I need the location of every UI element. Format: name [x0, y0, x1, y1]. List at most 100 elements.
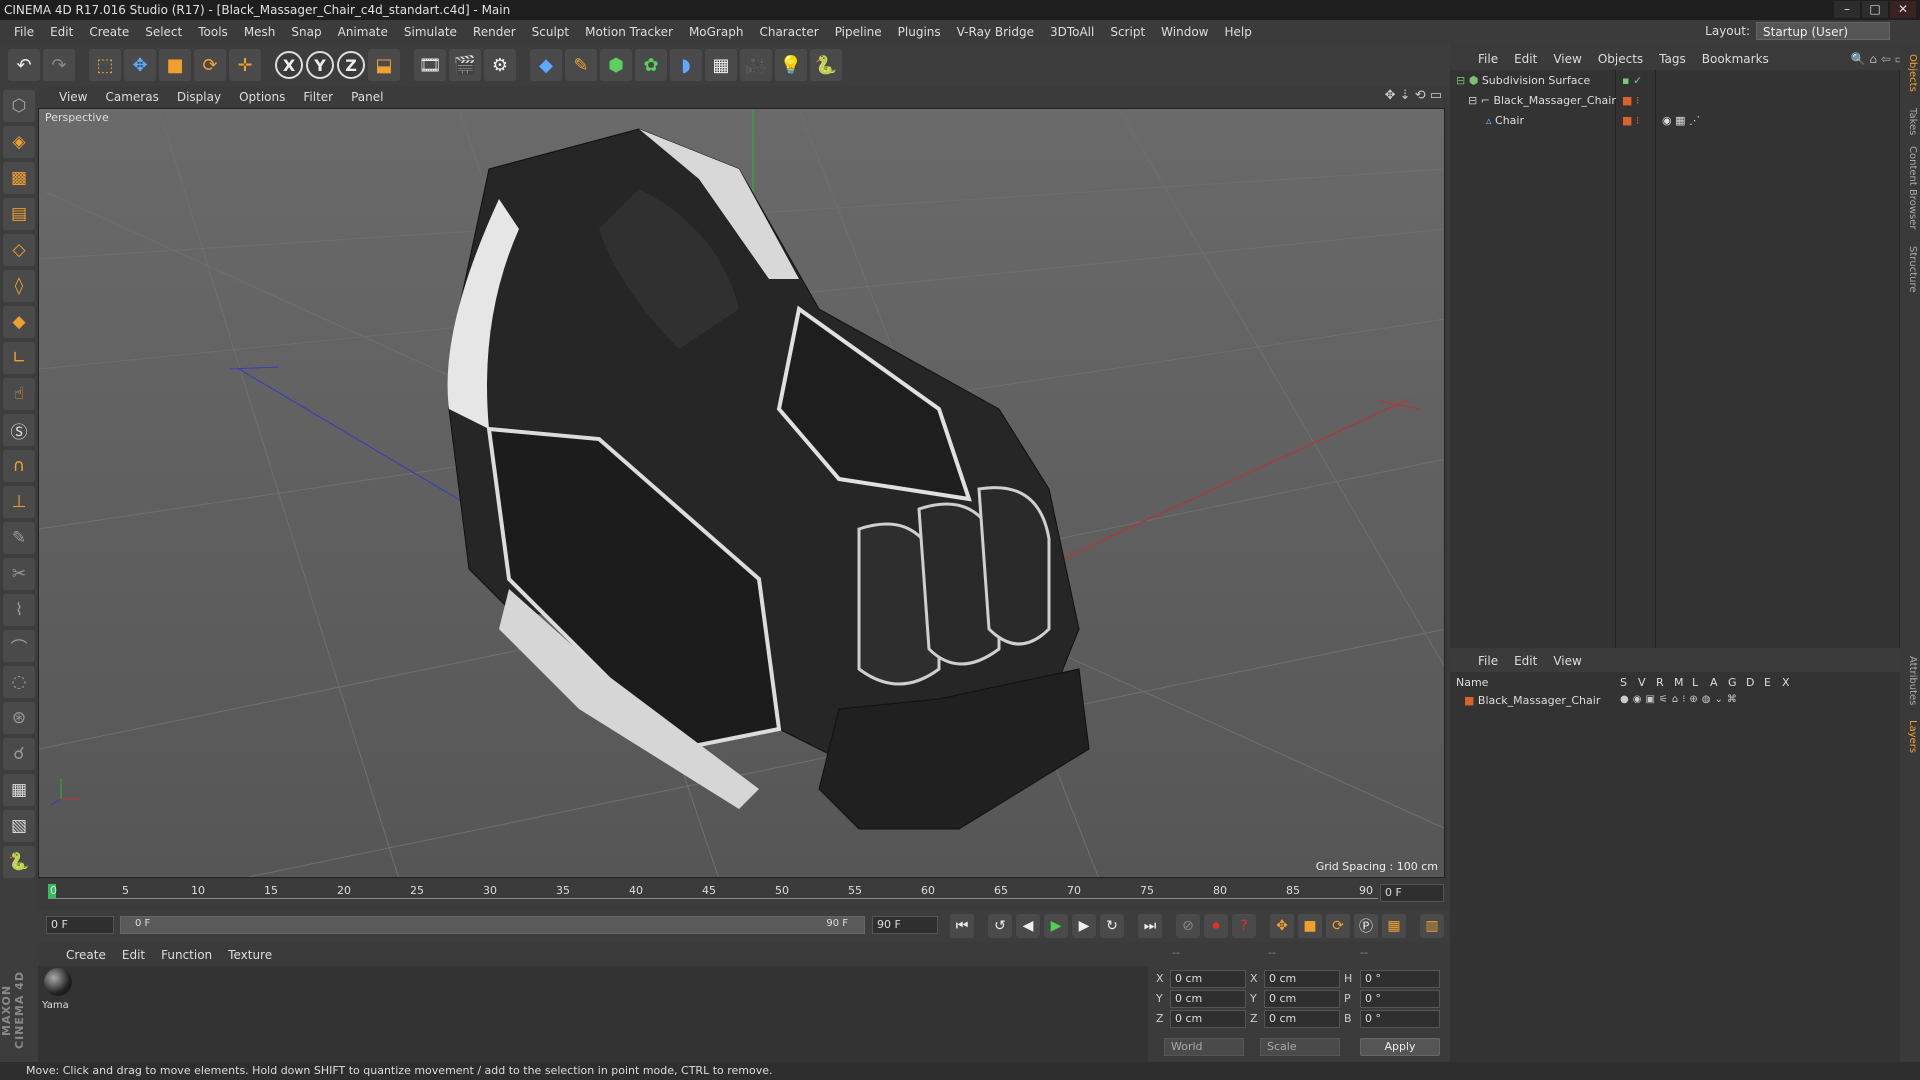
- layer-menu-file[interactable]: File: [1470, 654, 1506, 668]
- menu-script[interactable]: Script: [1102, 25, 1153, 39]
- apply-button[interactable]: Apply: [1360, 1038, 1440, 1056]
- visibility-check-icon[interactable]: ▪ ✓: [1622, 74, 1642, 87]
- tab-content-browser[interactable]: Content Browser: [1902, 146, 1918, 229]
- menu-mograph[interactable]: MoGraph: [681, 25, 752, 39]
- edges-mode-icon[interactable]: ◊: [3, 270, 35, 302]
- maximize-button[interactable]: □: [1862, 1, 1888, 18]
- polygons-mode-icon[interactable]: ◆: [3, 306, 35, 338]
- record-keys-icon[interactable]: ⊘: [1176, 914, 1200, 938]
- vp-menu-view[interactable]: View: [50, 90, 96, 104]
- size-mode-dropdown[interactable]: Scale: [1260, 1038, 1340, 1056]
- mat-menu-edit[interactable]: Edit: [114, 948, 153, 962]
- play-icon[interactable]: ▶: [1044, 914, 1068, 938]
- key-rotation-icon[interactable]: ⟳: [1326, 914, 1350, 938]
- object-row[interactable]: ⊟ ⬢ Subdivision Surface: [1456, 72, 1590, 90]
- sculpt-icon[interactable]: ⌒: [3, 630, 35, 662]
- timeline-window-icon[interactable]: ▥: [1420, 914, 1444, 938]
- coord-mode-dropdown[interactable]: World: [1164, 1038, 1244, 1056]
- size-z-field[interactable]: 0 cm: [1264, 1010, 1340, 1028]
- tab-attributes[interactable]: Attributes: [1902, 656, 1918, 705]
- checker-spiral-icon[interactable]: ▧: [3, 810, 35, 842]
- obj-manager-nav-icons[interactable]: 🔍 ⌂ ⇦ ▭: [1851, 52, 1906, 66]
- mat-menu-create[interactable]: Create: [58, 948, 114, 962]
- object-row[interactable]: ▵ Chair: [1486, 112, 1524, 130]
- floor-icon[interactable]: ▦: [705, 49, 737, 81]
- x-axis-lock-button[interactable]: X: [275, 51, 303, 79]
- make-editable-icon[interactable]: ⬡: [3, 90, 35, 122]
- menu-render[interactable]: Render: [465, 25, 524, 39]
- tab-objects[interactable]: Objects: [1902, 54, 1918, 92]
- go-to-start-icon[interactable]: ⏮: [950, 914, 974, 938]
- workplane-icon[interactable]: ▤: [3, 198, 35, 230]
- rot-h-field[interactable]: 0 °: [1360, 970, 1440, 988]
- menu-motion-tracker[interactable]: Motion Tracker: [577, 25, 681, 39]
- menu-pipeline[interactable]: Pipeline: [827, 25, 890, 39]
- size-y-field[interactable]: 0 cm: [1264, 990, 1340, 1008]
- tab-structure[interactable]: Structure: [1902, 246, 1918, 293]
- obj-menu-edit[interactable]: Edit: [1506, 52, 1545, 66]
- vp-menu-options[interactable]: Options: [230, 90, 294, 104]
- material-tag-icon[interactable]: ◉ ▦ ⋰: [1662, 114, 1700, 127]
- menu-sculpt[interactable]: Sculpt: [524, 25, 577, 39]
- menu-mesh[interactable]: Mesh: [236, 25, 284, 39]
- menu-plugins[interactable]: Plugins: [890, 25, 949, 39]
- menu-simulate[interactable]: Simulate: [396, 25, 465, 39]
- z-axis-lock-button[interactable]: Z: [337, 51, 365, 79]
- pos-y-field[interactable]: 0 cm: [1170, 990, 1246, 1008]
- layer-toggle-icons[interactable]: ●◉▣⚟⌂⁝⊕◍⌄⌘: [1620, 694, 1741, 705]
- obj-menu-tags[interactable]: Tags: [1651, 52, 1694, 66]
- deformer-icon[interactable]: ◗: [670, 49, 702, 81]
- minimize-button[interactable]: –: [1834, 1, 1860, 18]
- size-x-field[interactable]: 0 cm: [1264, 970, 1340, 988]
- layer-menu-edit[interactable]: Edit: [1506, 654, 1545, 668]
- end-frame-field[interactable]: 90 F: [872, 916, 938, 934]
- layer-menu-view[interactable]: View: [1545, 654, 1589, 668]
- magnet-icon[interactable]: ∩: [3, 450, 35, 482]
- subdivision-surface-icon[interactable]: ⬢: [600, 49, 632, 81]
- menu-snap[interactable]: Snap: [283, 25, 329, 39]
- previous-key-icon[interactable]: ↺: [988, 914, 1012, 938]
- current-frame-field[interactable]: 0 F: [1380, 884, 1444, 902]
- redo-icon[interactable]: ↷: [43, 49, 75, 81]
- scale-tool-icon[interactable]: ■: [159, 49, 191, 81]
- menu-edit[interactable]: Edit: [42, 25, 81, 39]
- obj-menu-objects[interactable]: Objects: [1590, 52, 1651, 66]
- render-settings-icon[interactable]: ⚙: [484, 49, 516, 81]
- mat-menu-function[interactable]: Function: [153, 948, 220, 962]
- menu-animate[interactable]: Animate: [330, 25, 396, 39]
- go-to-end-icon[interactable]: ⏭: [1138, 914, 1162, 938]
- coordinate-system-icon[interactable]: ⬓: [368, 49, 400, 81]
- live-selection-icon[interactable]: ⬚: [89, 49, 121, 81]
- smooth-icon[interactable]: ⌇: [3, 594, 35, 626]
- menu-file[interactable]: File: [6, 25, 42, 39]
- axis-mode-icon[interactable]: ∟: [3, 342, 35, 374]
- pull-icon[interactable]: ◌: [3, 666, 35, 698]
- rot-b-field[interactable]: 0 °: [1360, 1010, 1440, 1028]
- model-mode-icon[interactable]: ◈: [3, 126, 35, 158]
- object-row[interactable]: ⊟ ⌐ Black_Massager_Chair: [1468, 92, 1616, 110]
- rot-p-field[interactable]: 0 °: [1360, 990, 1440, 1008]
- next-frame-icon[interactable]: ▶: [1072, 914, 1096, 938]
- light-icon[interactable]: 💡: [775, 49, 807, 81]
- menu-window[interactable]: Window: [1153, 25, 1216, 39]
- close-button[interactable]: ✕: [1890, 1, 1916, 18]
- camera-icon[interactable]: 🎥: [740, 49, 772, 81]
- viewport-perspective[interactable]: Perspective Grid Spacing : 100 cm: [38, 108, 1445, 878]
- vp-menu-display[interactable]: Display: [168, 90, 230, 104]
- vp-menu-cameras[interactable]: Cameras: [96, 90, 167, 104]
- undo-icon[interactable]: ↶: [8, 49, 40, 81]
- texture-mode-icon[interactable]: ▩: [3, 162, 35, 194]
- menu-vray-bridge[interactable]: V-Ray Bridge: [949, 25, 1042, 39]
- layer-color-icon[interactable]: ■ ⁝: [1622, 114, 1639, 127]
- viewport-nav-icons[interactable]: ✥ ⇣ ⟲ ▭: [1385, 88, 1442, 103]
- key-position-icon[interactable]: ✥: [1270, 914, 1294, 938]
- brush-icon[interactable]: ✎: [3, 522, 35, 554]
- menu-select[interactable]: Select: [137, 25, 190, 39]
- vp-menu-panel[interactable]: Panel: [342, 90, 392, 104]
- menu-help[interactable]: Help: [1216, 25, 1259, 39]
- tab-takes[interactable]: Takes: [1902, 108, 1918, 135]
- knife-icon[interactable]: ✂: [3, 558, 35, 590]
- obj-menu-file[interactable]: File: [1470, 52, 1506, 66]
- points-mode-icon[interactable]: ◇: [3, 234, 35, 266]
- auto-keying-icon[interactable]: ⏺: [1204, 914, 1228, 938]
